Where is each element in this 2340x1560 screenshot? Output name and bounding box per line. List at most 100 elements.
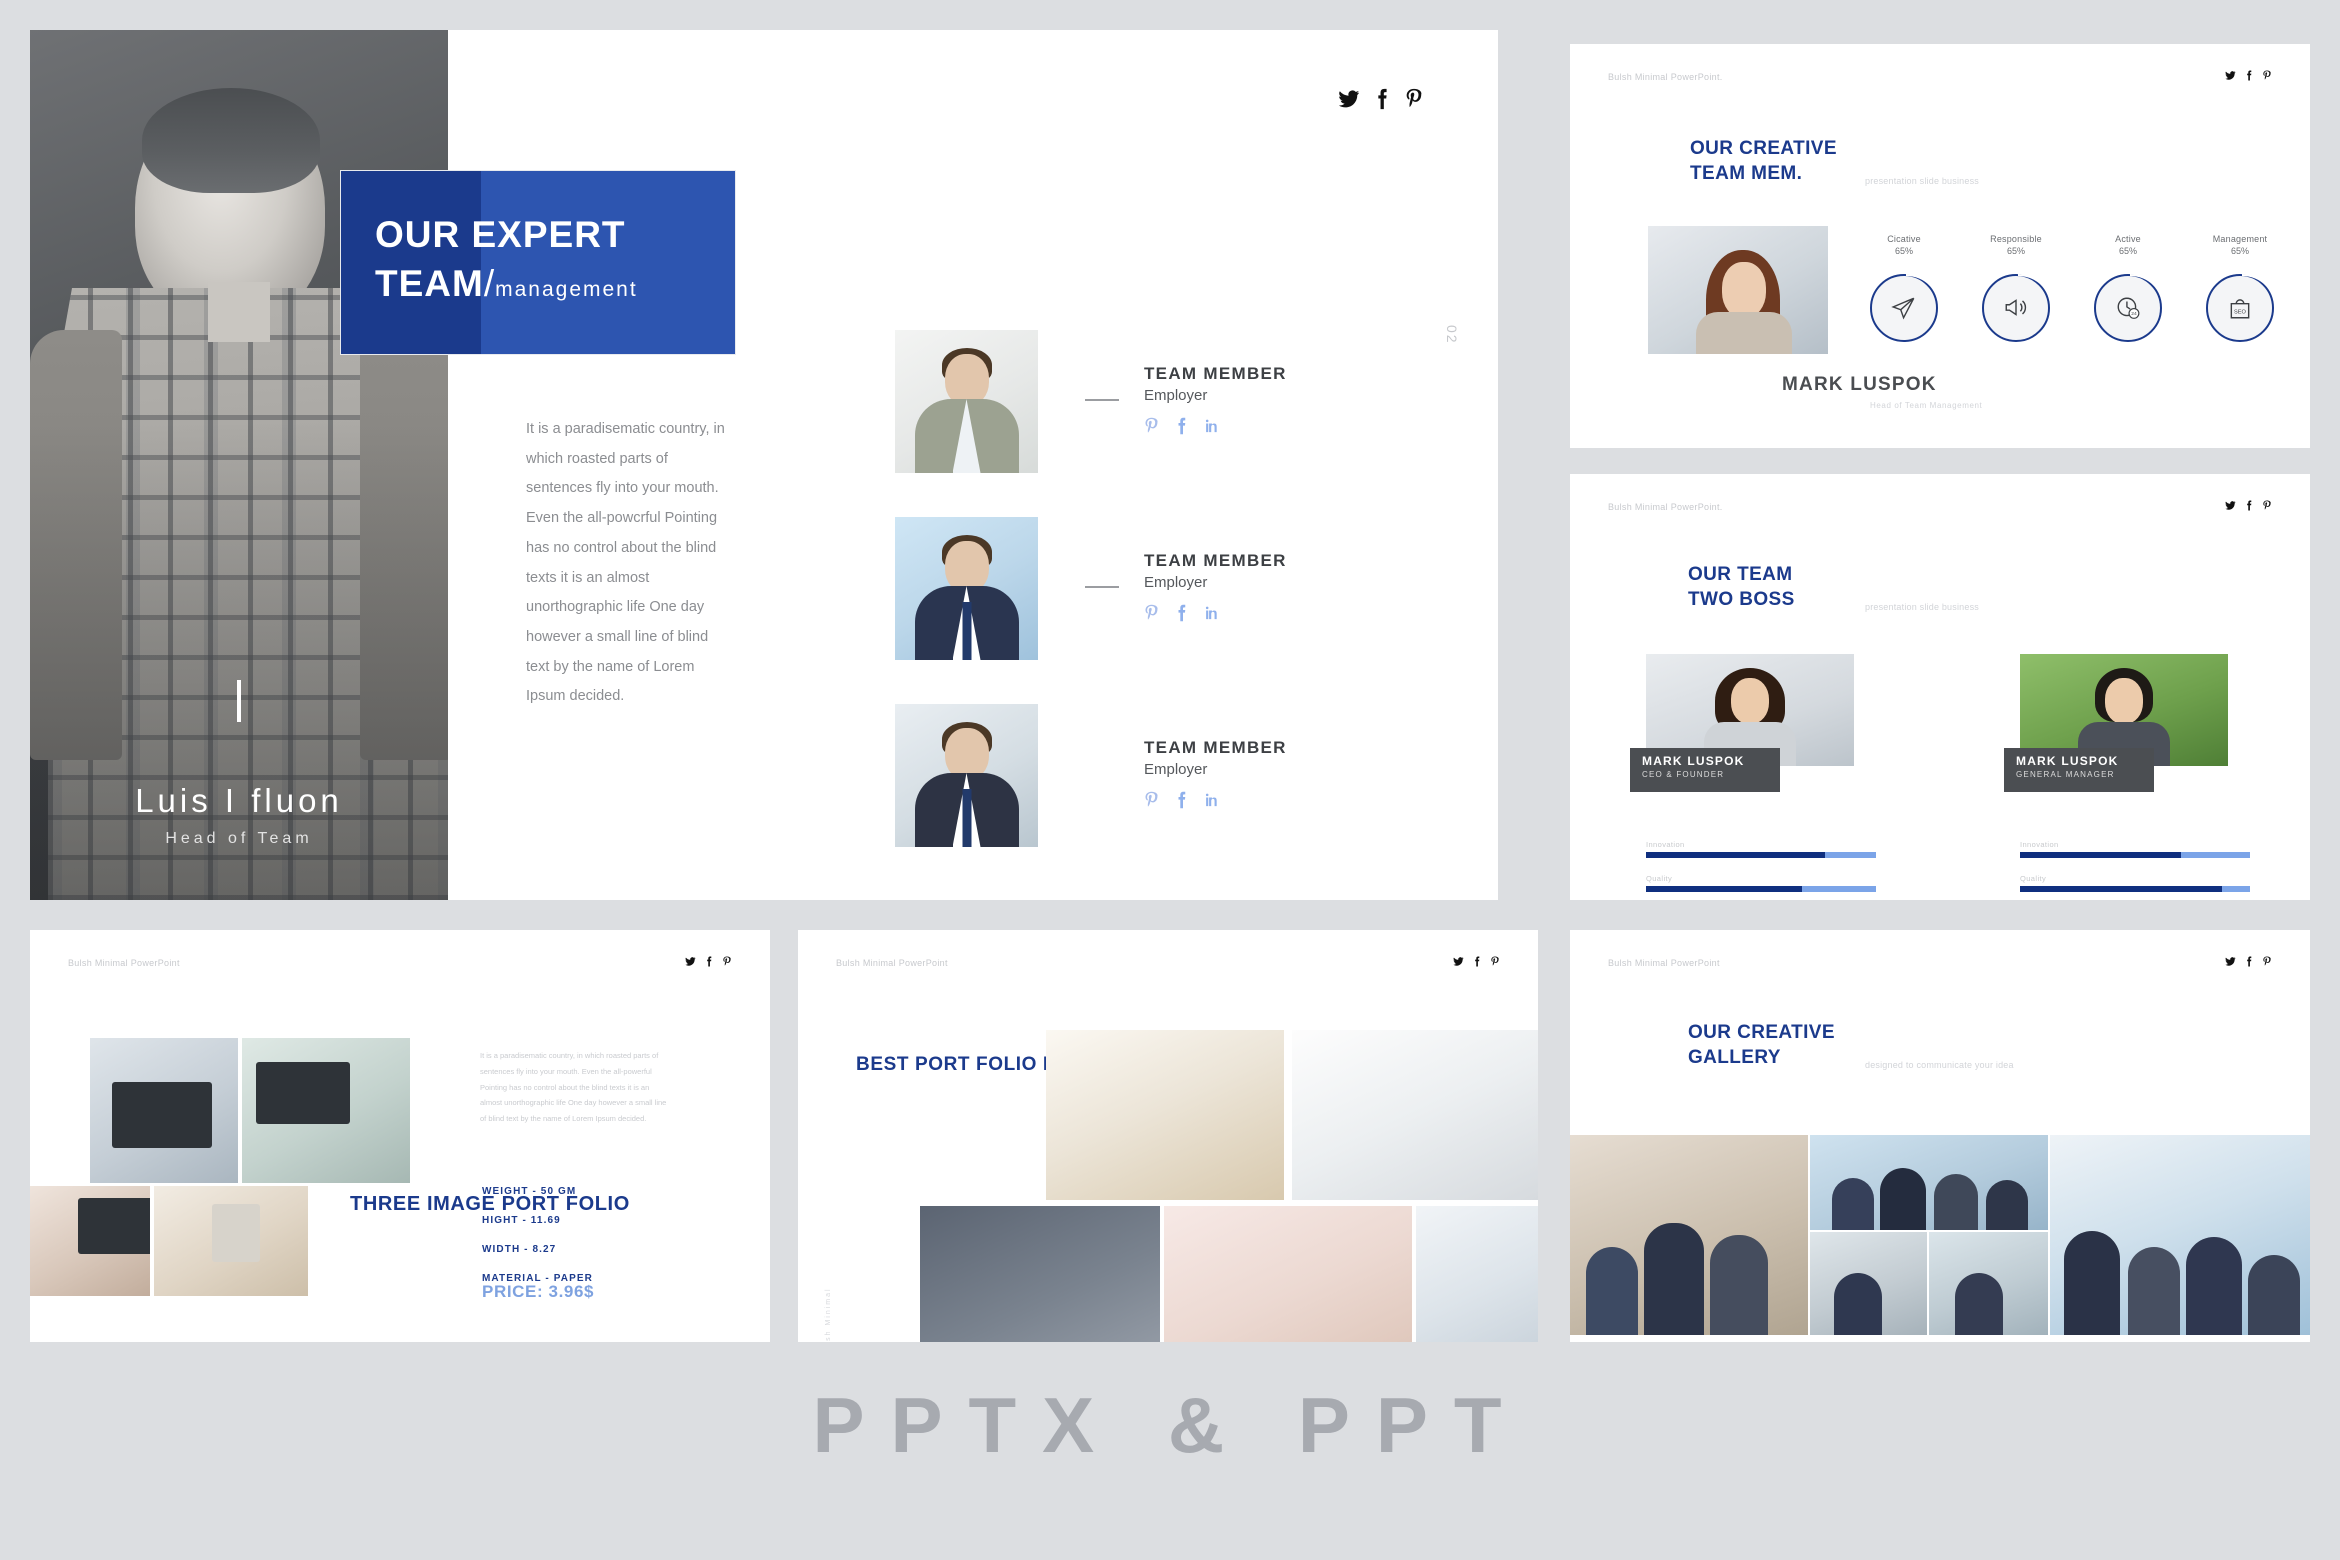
pinterest-icon[interactable] xyxy=(1144,604,1159,622)
skill-item: Management 65% xyxy=(2206,234,2274,256)
paper-plane-icon[interactable] xyxy=(1870,274,1938,342)
portfolio-image[interactable] xyxy=(90,1038,238,1183)
portfolio-image[interactable] xyxy=(242,1038,410,1183)
list-item[interactable]: TEAM MEMBER Employer xyxy=(895,330,1335,517)
skill-bar-row: Innovation xyxy=(2020,840,2250,858)
gallery-image[interactable] xyxy=(1046,1030,1284,1200)
linkedin-icon[interactable] xyxy=(1204,604,1221,622)
facebook-icon[interactable] xyxy=(1374,88,1390,110)
pinterest-icon[interactable] xyxy=(1404,88,1424,110)
pinterest-icon[interactable] xyxy=(1144,791,1159,809)
social-links-slide4[interactable] xyxy=(685,956,732,967)
title-note: presentation slide business xyxy=(1865,602,1979,612)
social-links-slide3[interactable] xyxy=(2225,500,2272,511)
gallery-image[interactable] xyxy=(1164,1206,1412,1342)
slide-our-creative-gallery[interactable]: Bulsh Minimal PowerPoint OUR CREATIVE GA… xyxy=(1570,930,2310,1342)
gallery-image[interactable] xyxy=(1416,1206,1538,1342)
pinterest-icon[interactable] xyxy=(2262,500,2272,511)
skill-bar-label: Innovation xyxy=(2020,840,2059,849)
spec-item: HIGHT - 11.69 xyxy=(482,1215,561,1226)
list-item[interactable]: TEAM MEMBER Employer xyxy=(895,704,1335,891)
member-body xyxy=(1696,312,1792,354)
boss-name: MARK LUSPOK xyxy=(1642,754,1745,768)
member-photo xyxy=(895,330,1038,473)
title-line-1: OUR CREATIVE xyxy=(1688,1022,1835,1043)
title-line-2: TWO BOSS xyxy=(1688,589,1795,611)
facebook-icon[interactable] xyxy=(2245,70,2253,81)
hero-divider-tick xyxy=(237,680,241,722)
clock-24-icon[interactable]: 24 xyxy=(2094,274,2162,342)
gallery-image[interactable] xyxy=(1810,1232,1927,1335)
pinterest-icon[interactable] xyxy=(722,956,732,967)
linkedin-icon[interactable] xyxy=(1204,417,1221,435)
social-links-slide5[interactable] xyxy=(1453,956,1500,967)
skill-bar-row: Quality xyxy=(1646,874,1876,892)
member-dash xyxy=(1085,586,1119,588)
pinterest-icon[interactable] xyxy=(1490,956,1500,967)
seo-bag-icon[interactable]: SEO xyxy=(2206,274,2274,342)
social-links-slide1[interactable] xyxy=(1338,88,1424,110)
hero-portrait-photo: Luis I fluon Head of Team xyxy=(30,30,448,900)
facebook-icon[interactable] xyxy=(705,956,713,967)
gallery-image[interactable] xyxy=(920,1206,1160,1342)
skill-label: Responsible xyxy=(1990,234,2042,244)
facebook-icon[interactable] xyxy=(1473,956,1481,967)
pinterest-icon[interactable] xyxy=(2262,70,2272,81)
skill-bar-label: Innovation xyxy=(1646,840,1685,849)
gallery-image[interactable] xyxy=(1929,1232,2048,1335)
boss-card[interactable]: MARK LUSPOK CEO & FOUNDER xyxy=(1630,654,1854,792)
facebook-icon[interactable] xyxy=(1176,604,1187,622)
slide-three-image-portfolio[interactable]: Bulsh Minimal PowerPoint THREE IMAGE POR… xyxy=(30,930,770,1342)
portfolio-image[interactable] xyxy=(154,1186,308,1296)
pinterest-icon[interactable] xyxy=(1144,417,1159,435)
skill-percent: 65% xyxy=(1894,246,1913,256)
facebook-icon[interactable] xyxy=(1176,791,1187,809)
skill-item: Responsible 65% xyxy=(1982,234,2050,256)
slide-best-portfolio-image-view[interactable]: Bulsh Minimal PowerPoint BEST PORT FOLIO… xyxy=(798,930,1538,1342)
gallery-image[interactable] xyxy=(1810,1135,2048,1230)
facebook-icon[interactable] xyxy=(2245,500,2253,511)
member-info: TEAM MEMBER Employer xyxy=(1144,364,1287,435)
list-item[interactable]: TEAM MEMBER Employer xyxy=(895,517,1335,704)
linkedin-icon[interactable] xyxy=(1204,791,1221,809)
member-photo xyxy=(895,704,1038,847)
boss-card[interactable]: MARK LUSPOK GENERAL MANAGER xyxy=(2004,654,2228,792)
skill-bar-track xyxy=(1646,852,1876,858)
member-social-links[interactable] xyxy=(1144,604,1287,622)
gallery-image[interactable] xyxy=(2050,1135,2310,1335)
boss-skill-bars: Innovation Quality Performance xyxy=(1646,840,1876,900)
twitter-icon[interactable] xyxy=(1453,956,1464,967)
twitter-icon[interactable] xyxy=(1338,88,1360,110)
gallery-image[interactable] xyxy=(1570,1135,1808,1335)
twitter-icon[interactable] xyxy=(2225,70,2236,81)
twitter-icon[interactable] xyxy=(2225,500,2236,511)
twitter-icon[interactable] xyxy=(685,956,696,967)
skill-bar-label: Quality xyxy=(1646,874,1673,883)
slide-our-team-two-boss[interactable]: Bulsh Minimal PowerPoint. OUR TEAM TWO B… xyxy=(1570,474,2310,900)
gallery-image[interactable] xyxy=(1292,1030,1538,1200)
social-links-slide2[interactable] xyxy=(2225,70,2272,81)
facebook-icon[interactable] xyxy=(1176,417,1187,435)
social-links-slide6[interactable] xyxy=(2225,956,2272,967)
member-role: Employer xyxy=(1144,761,1208,778)
hero-person-role: Head of Team xyxy=(165,830,313,847)
slide-our-expert-team[interactable]: Luis I fluon Head of Team OUR EXPERT TEA… xyxy=(30,30,1498,900)
member-social-links[interactable] xyxy=(1144,791,1287,809)
title-slash: / xyxy=(483,262,496,304)
skill-percent: 65% xyxy=(2230,246,2249,256)
portfolio-image[interactable] xyxy=(30,1186,150,1296)
skill-item: Active 65% xyxy=(2094,234,2162,256)
pinterest-icon[interactable] xyxy=(2262,956,2272,967)
hero-vignette xyxy=(30,30,448,900)
megaphone-icon[interactable] xyxy=(1982,274,2050,342)
slide-our-creative-team-mem[interactable]: Bulsh Minimal PowerPoint. OUR CREATIVE T… xyxy=(1570,44,2310,448)
member-role: Employer xyxy=(1144,387,1208,404)
member-info: TEAM MEMBER Employer xyxy=(1144,551,1287,622)
member-tie xyxy=(962,602,971,660)
skill-label: Cicative xyxy=(1887,234,1921,244)
twitter-icon[interactable] xyxy=(2225,956,2236,967)
facebook-icon[interactable] xyxy=(2245,956,2253,967)
member-social-links[interactable] xyxy=(1144,417,1287,435)
title-line-2: TEAM MEM. xyxy=(1690,163,1803,185)
slide-header-label: Bulsh Minimal PowerPoint. xyxy=(1608,72,1723,82)
